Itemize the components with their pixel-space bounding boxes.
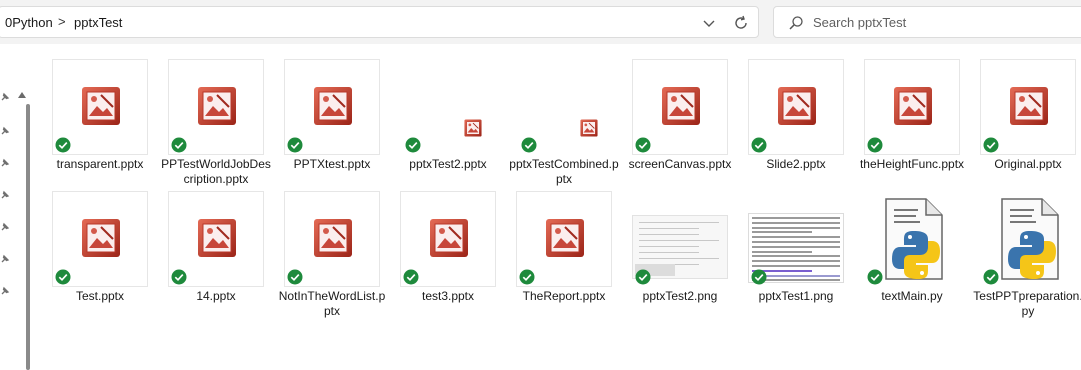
powerpoint-file-icon [1009, 86, 1049, 126]
powerpoint-file-icon [580, 119, 598, 137]
file-name: Test.pptx [75, 289, 125, 303]
sync-status-check-icon [287, 269, 303, 285]
sync-status-check-icon [635, 137, 651, 153]
powerpoint-file-icon [661, 86, 701, 126]
sync-status-check-icon [751, 137, 767, 153]
pin-icon[interactable] [0, 254, 10, 264]
explorer-toolbar: 0Python > pptxTest Search pptxTest [0, 0, 1081, 44]
powerpoint-file-icon [197, 86, 237, 126]
file-name: screenCanvas.pptx [628, 157, 732, 171]
file-name: Original.pptx [994, 157, 1062, 171]
file-name: transparent.pptx [56, 157, 144, 171]
powerpoint-file-icon [777, 86, 817, 126]
breadcrumb-pptxtest[interactable]: pptxTest [74, 15, 122, 30]
file-name: TestPPTpreparation.py [973, 289, 1081, 318]
navigation-pane [0, 44, 30, 370]
sync-status-check-icon [983, 269, 999, 285]
file-name: TheReport.pptx [522, 289, 606, 303]
powerpoint-file-icon [429, 218, 469, 258]
file-name: 14.pptx [196, 289, 236, 303]
file-name: Slide2.pptx [766, 157, 826, 171]
file-name: PPTXtest.pptx [293, 157, 371, 171]
file-name: PPTestWorldJobDescription.pptx [161, 157, 271, 186]
python-file-icon [998, 197, 1062, 281]
sync-status-check-icon [403, 269, 419, 285]
file-name: textMain.py [881, 289, 943, 303]
powerpoint-file-icon [464, 119, 482, 137]
file-name: pptxTest2.pptx [409, 157, 487, 171]
file-name: pptxTestCombined.pptx [509, 157, 619, 186]
python-file-icon [882, 197, 946, 281]
search-placeholder: Search pptxTest [813, 15, 907, 30]
sync-status-check-icon [867, 269, 883, 285]
file-name: NotInTheWordList.pptx [278, 289, 386, 318]
file-name: test3.pptx [421, 289, 475, 303]
sync-status-check-icon [55, 269, 71, 285]
breadcrumb-separator-icon[interactable]: > [58, 14, 66, 29]
powerpoint-file-icon [313, 218, 353, 258]
sync-status-check-icon [171, 269, 187, 285]
breadcrumb-0python[interactable]: 0Python [5, 15, 53, 30]
powerpoint-file-icon [545, 218, 585, 258]
sync-status-check-icon [635, 269, 651, 285]
refresh-icon[interactable] [731, 13, 751, 33]
powerpoint-file-icon [81, 86, 121, 126]
powerpoint-file-icon [81, 218, 121, 258]
sync-status-check-icon [55, 137, 71, 153]
pin-icon[interactable] [0, 190, 10, 200]
sync-status-check-icon [521, 137, 537, 153]
pin-icon[interactable] [0, 92, 10, 102]
sync-status-check-icon [983, 137, 999, 153]
powerpoint-file-icon [197, 218, 237, 258]
search-icon [789, 16, 803, 30]
file-name: pptxTest2.png [642, 289, 718, 303]
powerpoint-file-icon [893, 86, 933, 126]
scroll-up-arrow-icon[interactable] [18, 92, 26, 98]
sync-status-check-icon [405, 137, 421, 153]
sync-status-check-icon [171, 137, 187, 153]
pin-icon[interactable] [0, 126, 10, 136]
pin-icon[interactable] [0, 222, 10, 232]
search-input[interactable]: Search pptxTest [773, 6, 1081, 38]
pin-icon[interactable] [0, 158, 10, 168]
address-bar[interactable]: 0Python > pptxTest [0, 6, 759, 38]
sync-status-check-icon [519, 269, 535, 285]
sync-status-check-icon [751, 269, 767, 285]
sync-status-check-icon [287, 137, 303, 153]
powerpoint-file-icon [313, 86, 353, 126]
chevron-down-icon[interactable] [699, 13, 719, 33]
navigation-scrollbar[interactable] [26, 104, 30, 370]
sync-status-check-icon [867, 137, 883, 153]
file-name: theHeightFunc.pptx [859, 157, 965, 171]
pin-icon[interactable] [0, 286, 10, 296]
file-name: pptxTest1.png [758, 289, 834, 303]
